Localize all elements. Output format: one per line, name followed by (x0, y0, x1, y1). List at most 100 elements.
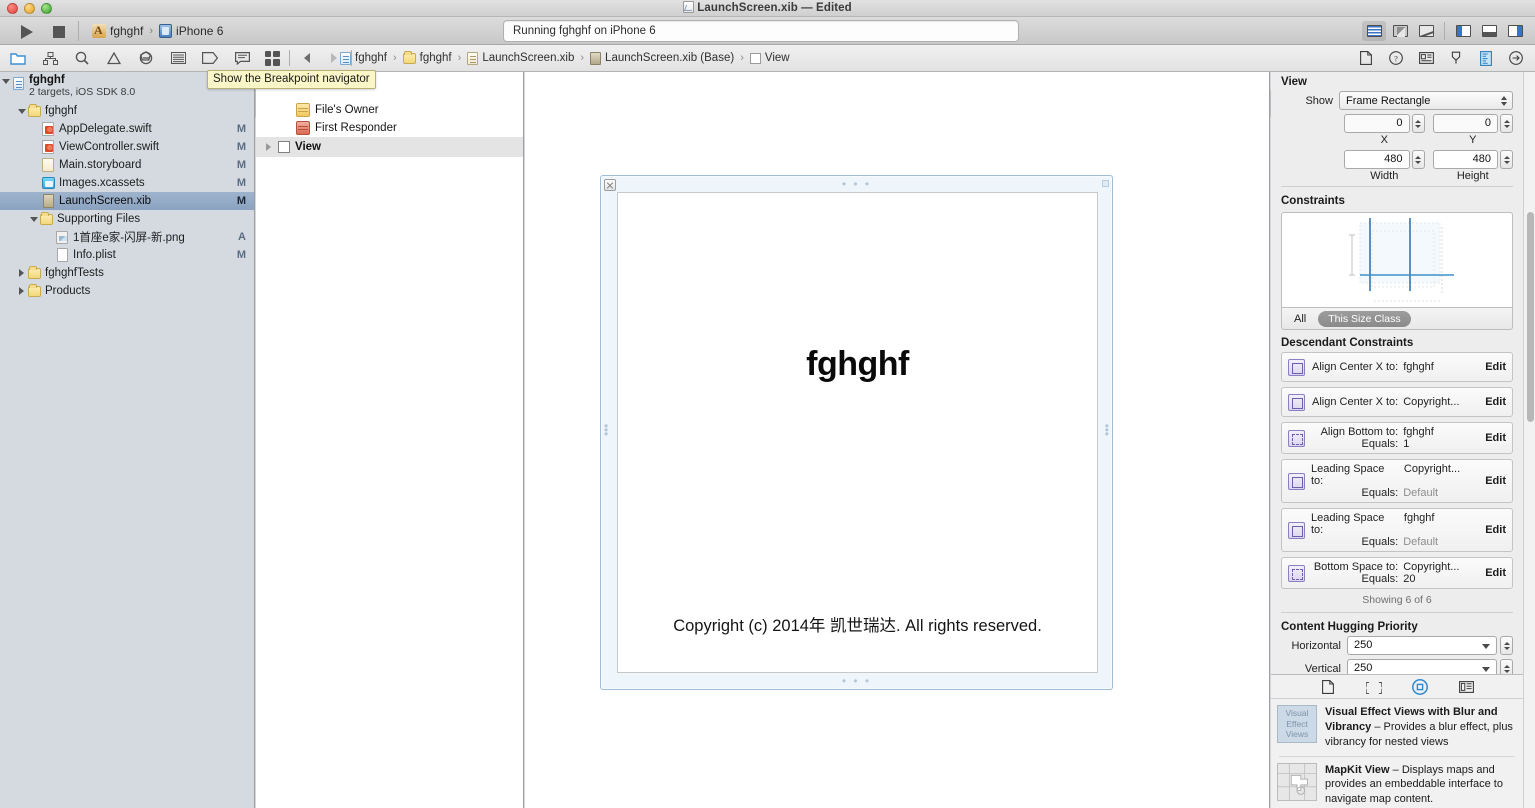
symbol-navigator-button[interactable] (40, 49, 60, 67)
debug-navigator-button[interactable] (168, 49, 188, 67)
constraint-edit-button[interactable]: Edit (1485, 524, 1506, 536)
height-input[interactable]: 480 (1432, 150, 1498, 169)
right-resize-dots[interactable]: • • • (1105, 420, 1109, 440)
disclosure-triangle[interactable] (266, 143, 278, 151)
breadcrumb-item-locale[interactable]: LaunchScreen.xib (Base) (590, 51, 734, 65)
disclosure-triangle[interactable] (0, 74, 11, 84)
constraint-row[interactable]: Align Center X to: Copyright... Edit (1281, 387, 1513, 417)
navigator-row-storyboard[interactable]: Main.storyboard M (0, 156, 254, 174)
scope-all-button[interactable]: All (1294, 313, 1306, 325)
assistant-editor-button[interactable] (1388, 21, 1412, 41)
y-stepper[interactable] (1500, 114, 1513, 133)
connections-inspector-button[interactable] (1505, 48, 1527, 68)
go-back-button[interactable] (297, 49, 317, 67)
x-stepper[interactable] (1411, 114, 1425, 133)
constraint-edit-button[interactable]: Edit (1485, 396, 1506, 408)
project-subtitle: 2 targets, iOS SDK 8.0 (29, 86, 136, 98)
code-snippet-library-button[interactable]: { } (1364, 678, 1384, 696)
standard-editor-button[interactable] (1362, 21, 1386, 41)
debug-area-toggle-button[interactable] (1477, 21, 1501, 41)
constraint-edit-button[interactable]: Edit (1485, 567, 1506, 579)
width-input[interactable]: 480 (1344, 150, 1410, 169)
disclosure-triangle[interactable] (16, 287, 27, 295)
quick-help-inspector-button[interactable]: ? (1385, 48, 1407, 68)
constraint-row[interactable]: Align Bottom to: fghghf Equals: 1 Edit (1281, 422, 1513, 454)
launch-screen-preview[interactable]: fghghf Copyright (c) 2014年 凯世瑞达. All rig… (617, 192, 1098, 673)
run-button[interactable] (14, 22, 40, 41)
file-template-library-button[interactable] (1318, 678, 1338, 696)
navigator-row-group-fghghf[interactable]: fghghf (0, 102, 254, 120)
object-library-button[interactable] (1410, 678, 1430, 696)
disclosure-triangle[interactable] (16, 108, 27, 114)
constraint-edit-button[interactable]: Edit (1485, 432, 1506, 444)
constraint-value-2: 1 (1403, 438, 1410, 450)
breadcrumb-item-group[interactable]: fghghf (402, 50, 452, 64)
constraint-edit-button[interactable]: Edit (1485, 475, 1506, 487)
x-input[interactable]: 0 (1344, 114, 1410, 133)
outline-row-files-owner[interactable]: File's Owner (256, 101, 523, 119)
constraint-row[interactable]: Leading Space to: fghghf Equals: Default… (1281, 508, 1513, 552)
test-navigator-button[interactable] (136, 49, 156, 67)
resize-handle[interactable] (1102, 180, 1109, 187)
disclosure-triangle[interactable] (28, 216, 39, 222)
navigator-row-splash-png[interactable]: 1首座e家-闪屏-新.png A (0, 228, 254, 246)
breadcrumb-item-file[interactable]: LaunchScreen.xib (467, 51, 574, 65)
utilities-toggle-button[interactable] (1503, 21, 1527, 41)
top-resize-bar[interactable]: • • • (601, 177, 1112, 191)
disclosure-triangle[interactable] (16, 269, 27, 277)
navigator-row-tests[interactable]: fghghfTests (0, 264, 254, 282)
breadcrumb-item-view[interactable]: View (749, 52, 790, 64)
constraint-edit-button[interactable]: Edit (1485, 361, 1506, 373)
issue-navigator-button[interactable] (104, 49, 124, 67)
bottom-resize-bar[interactable]: • • • (601, 674, 1112, 688)
size-inspector-button[interactable] (1475, 48, 1497, 68)
document-outline-panel[interactable]: File's Owner First Responder View (256, 72, 524, 808)
navigator-row-xcassets[interactable]: Images.xcassets M (0, 174, 254, 192)
constraint-row[interactable]: Align Center X to: fghghf Edit (1281, 352, 1513, 382)
inspector-scrollbar[interactable] (1523, 72, 1535, 808)
project-navigator-panel[interactable]: fghghf 2 targets, iOS SDK 8.0 M fghghf A… (0, 72, 255, 808)
attributes-inspector-button[interactable] (1445, 48, 1467, 68)
scheme-selector[interactable]: fghghf › iPhone 6 (92, 21, 223, 41)
close-icon[interactable] (604, 179, 616, 191)
height-stepper[interactable] (1500, 150, 1513, 169)
hugging-horizontal-stepper[interactable] (1500, 636, 1513, 655)
navigator-row-appdelegate[interactable]: AppDelegate.swift M (0, 120, 254, 138)
constraint-row[interactable]: Bottom Space to: Copyright... Equals: 20… (1281, 557, 1513, 589)
media-library-button[interactable] (1456, 678, 1476, 696)
outline-row-view[interactable]: View (256, 137, 523, 157)
report-navigator-button[interactable] (232, 49, 252, 67)
breadcrumb-item-project[interactable]: fghghf (340, 51, 387, 65)
size-row: 480 Width 480 Height (1271, 150, 1523, 182)
constraints-diagram[interactable] (1281, 212, 1513, 308)
width-stepper[interactable] (1411, 150, 1425, 169)
navigator-row-launchscreen[interactable]: LaunchScreen.xib M (0, 192, 254, 210)
stop-button[interactable] (46, 22, 72, 41)
file-inspector-button[interactable] (1355, 48, 1377, 68)
outline-row-first-responder[interactable]: First Responder (256, 119, 523, 137)
related-items-button[interactable] (262, 49, 282, 67)
navigator-row-products[interactable]: Products (0, 282, 254, 300)
identity-inspector-button[interactable] (1415, 48, 1437, 68)
show-popup-button[interactable]: Frame Rectangle (1339, 91, 1513, 110)
find-navigator-button[interactable] (72, 49, 92, 67)
y-input[interactable]: 0 (1432, 114, 1498, 133)
project-navigator-button[interactable] (8, 49, 28, 67)
version-editor-button[interactable] (1414, 21, 1438, 41)
interface-builder-canvas[interactable]: • • • • • • • • • • • • fghghf Copyright (c)… (525, 72, 1270, 808)
navigator-row-infoplist[interactable]: Info.plist M (0, 246, 254, 264)
scope-size-class-button[interactable]: This Size Class (1318, 310, 1411, 327)
breakpoint-navigator-button[interactable] (200, 49, 220, 67)
library-panel[interactable]: { } Visual Effect Views Visual Effect Vi… (1271, 674, 1523, 808)
navigator-row-supporting-files[interactable]: Supporting Files (0, 210, 254, 228)
navigator-toggle-button[interactable] (1451, 21, 1475, 41)
align-bottom-icon (1288, 429, 1305, 447)
hugging-horizontal-combo[interactable]: 250 (1347, 636, 1497, 655)
view-container[interactable]: • • • • • • • • • • • • fghghf Copyright (c)… (600, 175, 1113, 690)
scrollbar-thumb[interactable] (1527, 212, 1534, 422)
library-item[interactable]: Visual Effect Views Visual Effect Views … (1271, 699, 1523, 756)
left-resize-dots[interactable]: • • • (604, 420, 608, 440)
library-item[interactable]: MapKit View – Displays maps and provides… (1271, 757, 1523, 808)
constraint-row[interactable]: Leading Space to: Copyright... Equals: D… (1281, 459, 1513, 503)
navigator-row-viewcontroller[interactable]: ViewController.swift M (0, 138, 254, 156)
